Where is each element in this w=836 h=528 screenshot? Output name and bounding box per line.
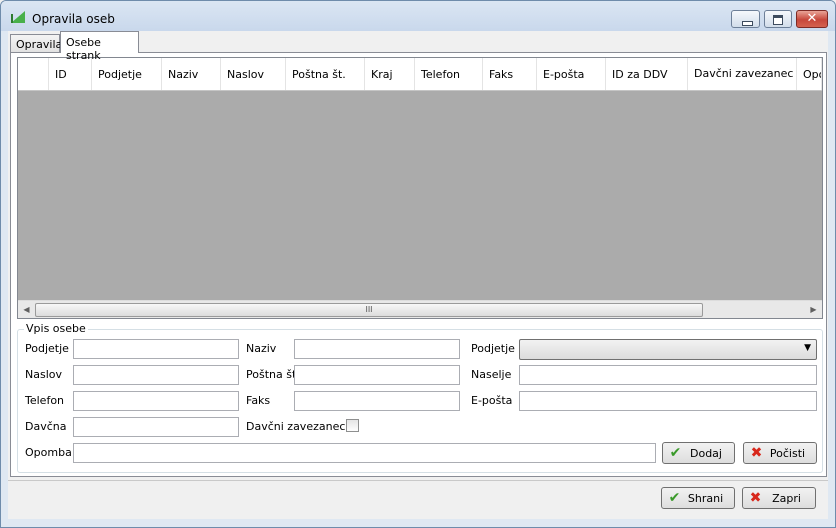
- checkmark-icon: ✔: [668, 490, 681, 506]
- label-faks: Faks: [246, 394, 271, 407]
- opomba-input[interactable]: [73, 443, 656, 463]
- row-header-corner: [18, 58, 49, 90]
- shrani-button[interactable]: ✔ Shrani: [661, 487, 735, 509]
- footer-divider: [8, 480, 828, 481]
- column-header-postna[interactable]: Poštna št.: [286, 58, 365, 90]
- naziv-input[interactable]: [294, 339, 460, 359]
- column-header-naslov[interactable]: Naslov: [221, 58, 286, 90]
- label-podjetje-select: Podjetje: [471, 342, 515, 355]
- shrani-button-label: Shrani: [687, 491, 724, 505]
- naslov-input[interactable]: [73, 365, 239, 385]
- column-header-eposta[interactable]: E-pošta: [537, 58, 606, 90]
- label-naslov: Naslov: [25, 368, 62, 381]
- podjetje-select[interactable]: ▼: [519, 339, 817, 360]
- column-header-telefon[interactable]: Telefon: [415, 58, 483, 90]
- pocisti-button-label: Počisti: [769, 446, 806, 460]
- label-opomba: Opomba: [25, 446, 72, 459]
- minimize-button[interactable]: [731, 10, 760, 28]
- zapri-button[interactable]: ✖ Zapri: [742, 487, 816, 509]
- label-postna: Poštna št.: [246, 368, 300, 381]
- app-icon: [11, 11, 25, 23]
- tab-osebe-strank[interactable]: Osebe strank: [60, 31, 139, 62]
- eposta-input[interactable]: [519, 391, 817, 411]
- column-header-id[interactable]: ID: [49, 58, 92, 90]
- label-davcna: Davčna: [25, 420, 67, 433]
- dodaj-button-label: Dodaj: [690, 446, 722, 460]
- maximize-icon: [773, 15, 783, 25]
- cross-icon: ✖: [750, 445, 763, 461]
- dodaj-button[interactable]: ✔ Dodaj: [662, 442, 735, 464]
- minimize-icon: [742, 21, 753, 26]
- horizontal-scrollbar[interactable]: ◀ III ▶: [18, 300, 822, 318]
- faks-input[interactable]: [294, 391, 460, 411]
- scroll-right-icon[interactable]: ▶: [805, 301, 822, 318]
- title-bar[interactable]: Opravila oseb ✕: [1, 1, 835, 31]
- main-window: Opravila oseb ✕ Opravila Osebe strank ID…: [0, 0, 836, 528]
- group-legend: Vpis osebe: [24, 322, 88, 335]
- telefon-input[interactable]: [73, 391, 239, 411]
- window-title: Opravila oseb: [32, 12, 115, 26]
- scroll-thumb[interactable]: III: [35, 303, 703, 317]
- pocisti-button[interactable]: ✖ Počisti: [743, 442, 817, 464]
- checkmark-icon: ✔: [669, 445, 682, 461]
- vpis-osebe-group: Vpis osebe Podjetje Naziv Podjetje ▼ Nas…: [17, 322, 823, 473]
- scroll-left-icon[interactable]: ◀: [18, 301, 35, 318]
- label-naselje: Naselje: [471, 368, 512, 381]
- column-header-id-ddv[interactable]: ID za DDV: [606, 58, 688, 90]
- cross-icon: ✖: [749, 490, 762, 506]
- label-telefon: Telefon: [25, 394, 65, 407]
- zapri-button-label: Zapri: [772, 491, 801, 505]
- davcni-zavezanec-checkbox[interactable]: [346, 419, 359, 432]
- column-header-naziv[interactable]: Naziv: [162, 58, 221, 90]
- client-area: Opravila Osebe strank ID Podjetje Naziv …: [8, 31, 828, 519]
- chevron-down-icon: ▼: [804, 343, 811, 353]
- close-icon: ✕: [806, 11, 818, 26]
- label-naziv: Naziv: [246, 342, 277, 355]
- postna-input[interactable]: [294, 365, 460, 385]
- podjetje-input[interactable]: [73, 339, 239, 359]
- naselje-input[interactable]: [519, 365, 817, 385]
- persons-grid[interactable]: ID Podjetje Naziv Naslov Poštna št. Kraj…: [17, 57, 823, 319]
- close-button[interactable]: ✕: [796, 10, 828, 28]
- column-header-faks[interactable]: Faks: [483, 58, 537, 90]
- maximize-button[interactable]: [764, 10, 792, 28]
- label-eposta: E-pošta: [471, 394, 513, 407]
- label-davcni-zavezanec: Davčni zavezanec: [246, 420, 346, 433]
- column-header-kraj[interactable]: Kraj: [365, 58, 415, 90]
- tab-panel: ID Podjetje Naziv Naslov Poštna št. Kraj…: [10, 52, 827, 477]
- davcna-input[interactable]: [73, 417, 239, 437]
- label-podjetje: Podjetje: [25, 342, 69, 355]
- column-header-podjetje[interactable]: Podjetje: [92, 58, 162, 90]
- grid-header: ID Podjetje Naziv Naslov Poštna št. Kraj…: [18, 58, 822, 91]
- tab-opravila[interactable]: Opravila: [10, 34, 62, 53]
- column-header-opomba[interactable]: Opo: [797, 58, 822, 90]
- column-header-davcni-zavezanec[interactable]: Davčni zavezanec: [688, 58, 797, 90]
